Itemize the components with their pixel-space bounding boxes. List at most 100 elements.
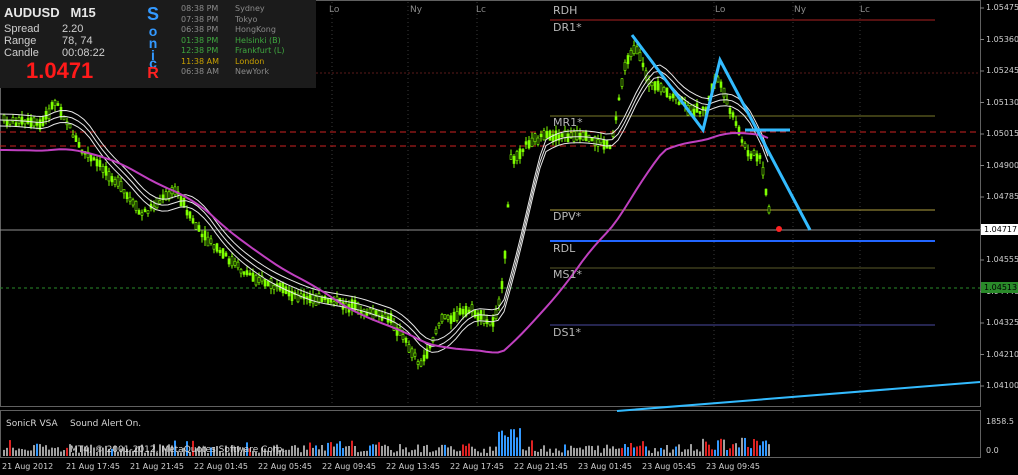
volume-bar: [468, 443, 470, 456]
candle-body: [62, 116, 66, 121]
candle-body: [527, 140, 531, 149]
volume-bar: [678, 444, 680, 456]
volume-bar: [447, 447, 449, 456]
candle-body: [263, 279, 267, 287]
ask-price-marker: 1.04513: [981, 282, 1018, 293]
candle-body: [191, 218, 195, 224]
candle-body: [38, 119, 42, 130]
volume-bar: [636, 446, 638, 456]
volume-bar: [27, 450, 29, 456]
candle-body: [110, 176, 114, 183]
price-scale-label: 1.05475: [986, 3, 1018, 12]
volume-bar: [513, 429, 515, 456]
volume-bar: [576, 448, 578, 456]
volume-bar: [6, 447, 8, 456]
session-city: Helsinki (B): [235, 35, 281, 45]
volume-bar: [690, 444, 692, 456]
volume-bar: [495, 446, 497, 456]
candle-body: [95, 158, 99, 167]
volume-bar: [627, 447, 629, 456]
volume-bar: [732, 444, 734, 456]
volume-bar: [42, 446, 44, 456]
candle-body: [629, 50, 633, 57]
candle-body: [623, 61, 627, 71]
candle-body: [377, 310, 381, 316]
volume-bar: [672, 449, 674, 456]
volume-bar: [648, 450, 650, 456]
volume-bar: [399, 444, 401, 456]
range-label: Range: [4, 35, 37, 47]
candle-body: [755, 153, 759, 162]
indicator-name: SonicR VSA: [6, 419, 58, 429]
candle-body: [530, 137, 534, 147]
session-time: 01:38 PM: [181, 35, 219, 45]
candle-body: [506, 204, 510, 208]
time-axis-label: 22 Aug 09:45: [322, 462, 376, 471]
session-marker-ny-open: Ny: [794, 5, 807, 15]
volume-bar: [393, 452, 395, 456]
volume-bar: [594, 450, 596, 456]
candle-body: [14, 122, 18, 127]
volume-bar: [483, 448, 485, 456]
range-value: 78, 74: [62, 35, 93, 47]
price-scale-label: 1.05130: [986, 97, 1018, 107]
candle-body: [308, 294, 312, 304]
candle-body: [92, 157, 96, 161]
candle-body: [68, 123, 72, 129]
candle-body: [101, 166, 105, 173]
volume-bar: [24, 449, 26, 456]
volume-bar: [444, 444, 446, 456]
candle-body: [716, 76, 720, 83]
candle-body: [578, 132, 582, 140]
candle-body: [455, 311, 459, 321]
candle-body: [515, 151, 519, 161]
volume-bar: [297, 447, 299, 456]
session-time: 11:38 AM: [181, 56, 219, 66]
volume-bar: [528, 446, 530, 456]
candle-body: [56, 103, 60, 106]
candle-body: [641, 62, 645, 68]
volume-bar: [12, 447, 14, 456]
candle-body: [650, 81, 654, 87]
candle-body: [332, 301, 336, 305]
volume-bar: [669, 452, 671, 456]
candle-body: [689, 104, 693, 112]
price-scale-label: 1.05245: [986, 66, 1018, 75]
candle-body: [605, 139, 609, 149]
volume-bar: [600, 452, 602, 456]
candle-body: [419, 360, 423, 367]
volume-bar: [537, 451, 539, 456]
volume-bar: [384, 444, 386, 456]
candle-body: [194, 222, 198, 230]
volume-bar: [708, 444, 710, 456]
candle-body: [26, 118, 30, 124]
candle-body: [137, 210, 141, 215]
volume-bar: [438, 447, 440, 456]
volume-bar: [378, 442, 380, 456]
candle-body: [449, 315, 453, 324]
session-time: 06:38 PM: [181, 25, 219, 34]
candle-body: [461, 308, 465, 315]
volume-bar: [516, 437, 518, 456]
candle-body: [209, 238, 213, 244]
session-time: 12:38 PM: [181, 46, 219, 55]
volume-bar: [666, 445, 668, 456]
volume-bar: [654, 448, 656, 456]
volume-bar: [606, 444, 608, 456]
volume-bar: [471, 446, 473, 456]
candle-body: [212, 244, 216, 250]
candle-body: [71, 134, 75, 138]
volume-bar: [459, 450, 461, 456]
candle-body: [719, 81, 723, 88]
volume-bar: [39, 444, 41, 456]
candle-body: [452, 311, 456, 322]
volume-bar: [318, 449, 320, 456]
volume-bar: [714, 449, 716, 456]
volume-bar: [36, 443, 38, 456]
candle-body: [269, 278, 273, 289]
time-axis-label: 22 Aug 05:45: [258, 462, 312, 471]
volume-bar: [612, 446, 614, 456]
volume-bar: [549, 448, 551, 456]
current-price: 1.0471: [26, 58, 94, 83]
volume-bar: [558, 450, 560, 456]
